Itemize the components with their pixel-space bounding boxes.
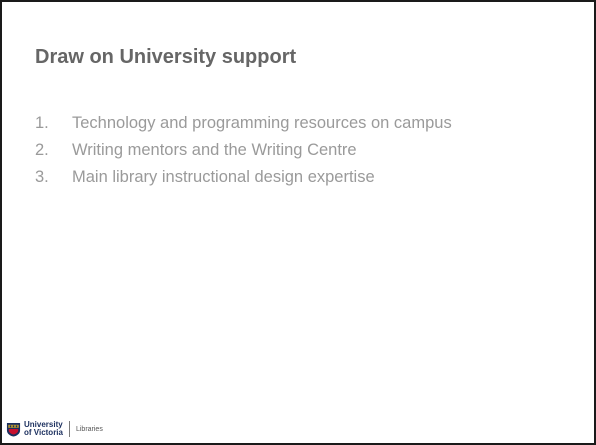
libraries-label: Libraries xyxy=(75,425,103,433)
university-wordmark: University of Victoria xyxy=(24,421,63,437)
university-crest-icon xyxy=(6,422,21,437)
footer-logo: University of Victoria Libraries xyxy=(6,418,103,440)
list-item-text: Main library instructional design expert… xyxy=(72,168,375,186)
list-item-text: Technology and programming resources on … xyxy=(72,114,452,132)
list-number: 2. xyxy=(35,141,49,159)
list-item-text: Writing mentors and the Writing Centre xyxy=(72,141,357,159)
numbered-list: 1. Technology and programming resources … xyxy=(35,113,545,194)
list-item: 2. Writing mentors and the Writing Centr… xyxy=(35,140,545,160)
list-item: 3. Main library instructional design exp… xyxy=(35,167,545,187)
list-number: 3. xyxy=(35,168,49,186)
list-number: 1. xyxy=(35,114,49,132)
slide: Draw on University support 1. Technology… xyxy=(0,0,596,445)
list-item: 1. Technology and programming resources … xyxy=(35,113,545,133)
footer-divider xyxy=(68,421,70,437)
slide-title: Draw on University support xyxy=(35,46,297,68)
wordmark-line: of Victoria xyxy=(24,428,63,437)
